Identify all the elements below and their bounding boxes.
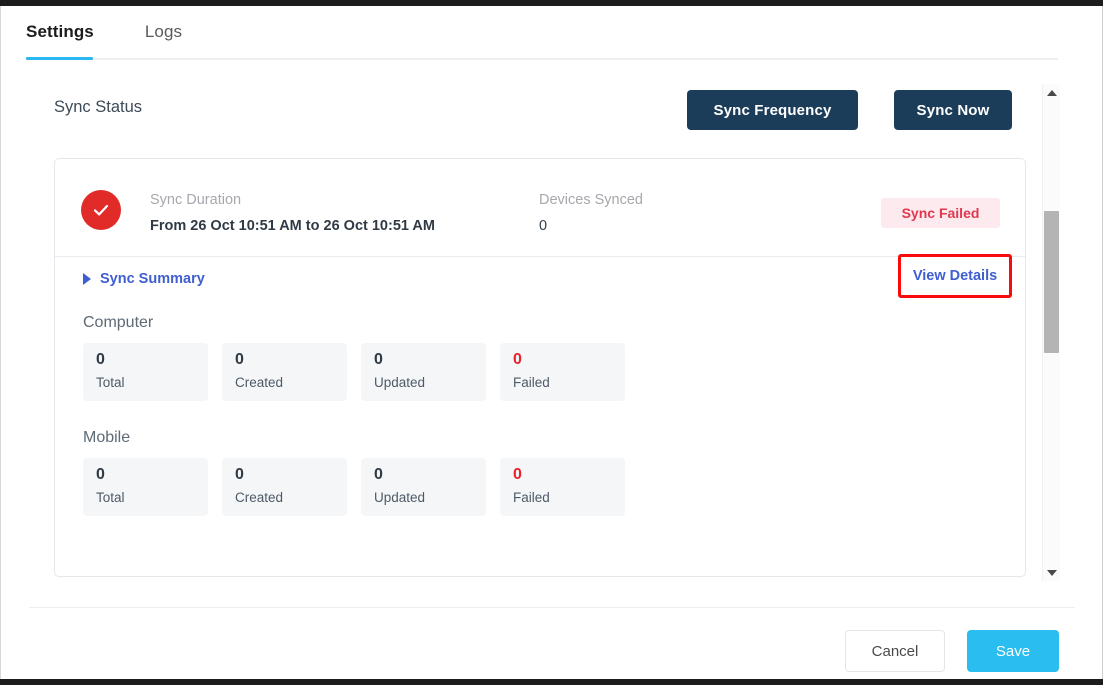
stat-label: Failed [513, 490, 550, 505]
footer-bar: Cancel Save [1, 608, 1102, 679]
content-panel: Sync Status Sync Frequency Sync Now Sync… [1, 61, 1041, 606]
stat-card-created: 0 Created [222, 343, 347, 401]
sync-status-header: Sync Duration From 26 Oct 10:51 AM to 26… [55, 159, 1025, 257]
sync-duration-value: From 26 Oct 10:51 AM to 26 Oct 10:51 AM [150, 218, 435, 234]
devices-synced-label: Devices Synced [539, 192, 643, 208]
stat-group-mobile: Mobile 0 Total 0 Created 0 Updated 0 Fai… [83, 429, 625, 516]
status-badge: Sync Failed [881, 198, 1000, 228]
view-details-button[interactable]: View Details [898, 254, 1012, 298]
stat-value: 0 [96, 351, 105, 368]
tab-bar: Settings Logs [1, 6, 1102, 61]
sync-summary-toggle[interactable]: Sync Summary [83, 271, 205, 287]
stat-label: Updated [374, 375, 426, 390]
stat-row: 0 Total 0 Created 0 Updated 0 Failed [83, 343, 625, 401]
sync-now-button[interactable]: Sync Now [894, 90, 1012, 130]
stat-label: Total [96, 490, 125, 505]
save-button[interactable]: Save [967, 630, 1059, 672]
caret-down-glyph [1047, 569, 1057, 576]
stat-label: Created [235, 375, 284, 390]
tab-list: Settings Logs [26, 22, 182, 52]
devices-synced-value: 0 [539, 218, 548, 234]
stat-value: 0 [96, 466, 105, 483]
stat-label: Total [96, 375, 125, 390]
stat-card-failed: 0 Failed [500, 343, 625, 401]
sync-summary-label: Sync Summary [100, 271, 205, 287]
stat-group-computer: Computer 0 Total 0 Created 0 Updated 0 F… [83, 314, 625, 401]
stat-group-title: Mobile [83, 429, 131, 446]
stat-card-failed: 0 Failed [500, 458, 625, 516]
tab-settings[interactable]: Settings [26, 22, 94, 52]
tab-active-indicator [26, 57, 93, 60]
tab-underline-track [26, 58, 1058, 60]
caret-down-icon[interactable] [1043, 564, 1061, 581]
sync-duration-field: Sync Duration From 26 Oct 10:51 AM to 26… [150, 190, 435, 238]
stat-card-total: 0 Total [83, 458, 208, 516]
view-details-label: View Details [912, 268, 998, 284]
stat-value: 0 [513, 466, 522, 483]
stat-label: Created [235, 490, 284, 505]
stat-value: 0 [235, 351, 244, 368]
stat-card-created: 0 Created [222, 458, 347, 516]
stat-label: Failed [513, 375, 550, 390]
sync-status-card: Sync Duration From 26 Oct 10:51 AM to 26… [54, 158, 1026, 577]
tab-logs[interactable]: Logs [145, 22, 182, 52]
stat-value: 0 [374, 466, 383, 483]
stat-value: 0 [513, 351, 522, 368]
stat-value: 0 [235, 466, 244, 483]
scrollbar-thumb[interactable] [1044, 211, 1059, 353]
stat-card-updated: 0 Updated [361, 458, 486, 516]
app-window: Settings Logs Sync Status Sync Frequency… [0, 6, 1103, 679]
vertical-scrollbar[interactable] [1042, 84, 1060, 581]
caret-up-icon[interactable] [1043, 84, 1061, 101]
caret-right-icon [83, 273, 91, 285]
stat-value: 0 [374, 351, 383, 368]
cancel-button[interactable]: Cancel [845, 630, 945, 672]
caret-up-glyph [1047, 89, 1057, 96]
sync-frequency-button[interactable]: Sync Frequency [687, 90, 858, 130]
stat-card-total: 0 Total [83, 343, 208, 401]
devices-synced-field: Devices Synced 0 [539, 190, 643, 238]
stat-card-updated: 0 Updated [361, 343, 486, 401]
stat-group-title: Computer [83, 314, 154, 331]
check-circle-icon [81, 190, 121, 230]
stat-label: Updated [374, 490, 426, 505]
page-title: Sync Status [54, 98, 143, 116]
sync-duration-label: Sync Duration [150, 192, 242, 208]
stat-row: 0 Total 0 Created 0 Updated 0 Failed [83, 458, 625, 516]
